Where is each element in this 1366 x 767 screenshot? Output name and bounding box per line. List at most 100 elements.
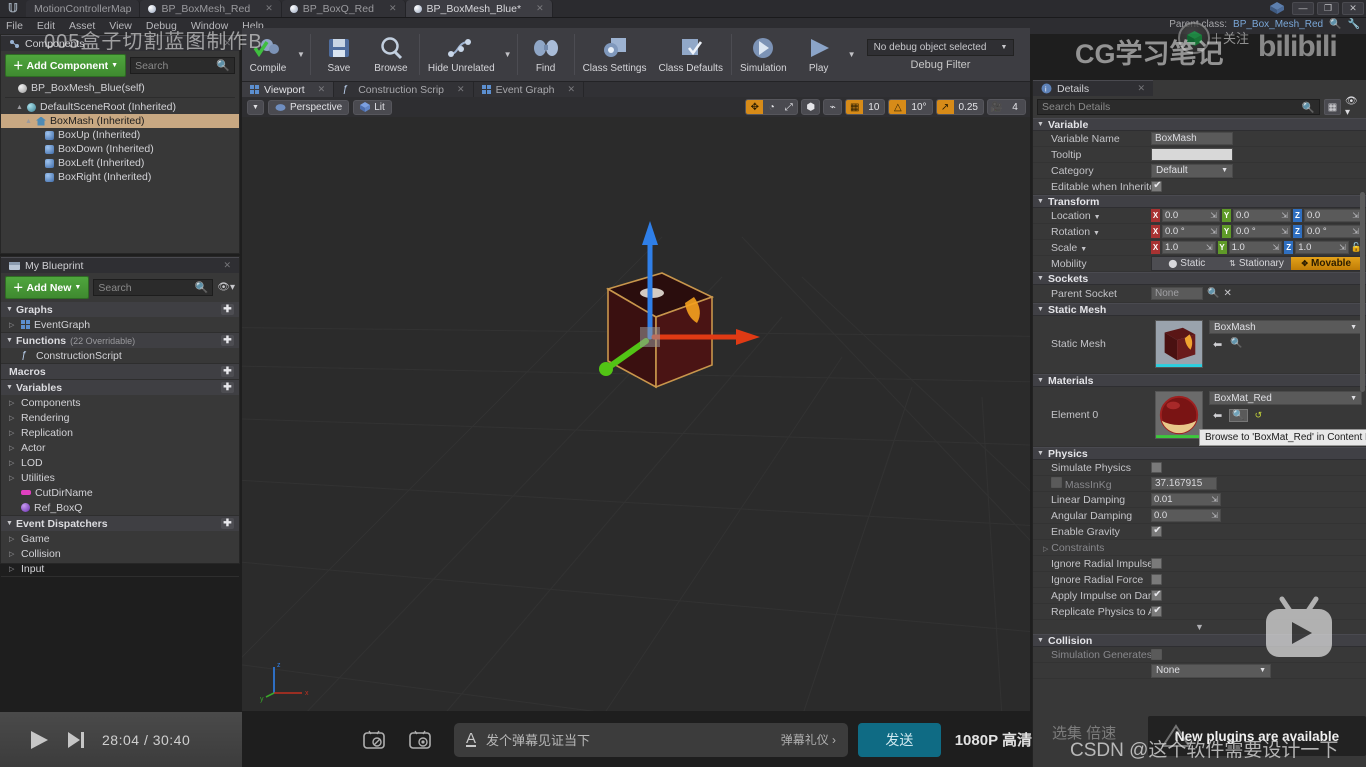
- expander-icon[interactable]: ▲: [16, 104, 23, 111]
- tooltip-input[interactable]: [1151, 148, 1233, 161]
- video-quality-button[interactable]: 1080P 高清: [955, 729, 1032, 750]
- danmaku-settings-icon[interactable]: [408, 729, 432, 751]
- hide-unrelated-caret[interactable]: ▼: [501, 28, 515, 81]
- scale-snap-value[interactable]: 0.25: [954, 102, 983, 113]
- toolbar-class-settings-button[interactable]: Class Settings: [577, 28, 653, 81]
- use-selected-asset-icon[interactable]: ⬅: [1213, 409, 1222, 422]
- details-search-input[interactable]: Search Details 🔍: [1037, 99, 1320, 115]
- browse-to-asset-icon[interactable]: 🔍: [1229, 409, 1248, 422]
- collision-preset-dropdown[interactable]: None ▼: [1151, 663, 1271, 678]
- mass-override-checkbox[interactable]: [1051, 476, 1062, 488]
- next-icon[interactable]: [66, 729, 86, 751]
- my-blueprint-item[interactable]: ▷ Collision: [1, 546, 239, 561]
- tab-bp-boxq-red[interactable]: BP_BoxQ_Red ✕: [281, 0, 406, 17]
- section-sockets[interactable]: ▼ Sockets: [1033, 272, 1366, 285]
- close-icon[interactable]: ✕: [223, 260, 231, 271]
- my-blueprint-item[interactable]: ▷ Replication: [1, 425, 239, 440]
- danmaku-send-button[interactable]: 发送: [858, 722, 941, 757]
- details-scrollbar[interactable]: [1360, 192, 1365, 392]
- section-variable[interactable]: ▼ Variable: [1033, 118, 1366, 131]
- scale-z-input[interactable]: 1.0 ⇲: [1295, 241, 1349, 254]
- my-blueprint-panel-tab[interactable]: My Blueprint ✕: [1, 257, 239, 273]
- my-blueprint-search-input[interactable]: Search 🔍: [93, 279, 214, 296]
- use-selected-asset-icon[interactable]: ⬅: [1213, 338, 1222, 351]
- static-mesh-thumbnail[interactable]: [1155, 320, 1203, 368]
- play-options-caret[interactable]: ▼: [845, 28, 859, 81]
- tab-viewport[interactable]: Viewport ✕: [242, 82, 335, 97]
- expander-icon[interactable]: ▷: [9, 550, 17, 558]
- play-icon[interactable]: [28, 728, 50, 752]
- browse-to-asset-icon[interactable]: 🔍: [1230, 338, 1242, 351]
- tab-motioncontrollermap[interactable]: MotionControllerMap: [26, 0, 141, 17]
- debug-object-dropdown[interactable]: No debug object selected ▼: [866, 38, 1015, 56]
- simulate-physics-checkbox[interactable]: [1151, 462, 1162, 473]
- close-icon[interactable]: ✕: [457, 84, 465, 95]
- maximize-button[interactable]: ❐: [1317, 1, 1339, 15]
- danmaku-off-icon[interactable]: [362, 729, 386, 751]
- danmaku-etiquette-link[interactable]: 弹幕礼仪 ›: [781, 731, 836, 748]
- scale-gizmo-icon[interactable]: ⤢: [780, 100, 797, 114]
- my-blueprint-item[interactable]: ▷ Actor: [1, 440, 239, 455]
- section-materials[interactable]: ▼ Materials: [1033, 374, 1366, 387]
- close-icon[interactable]: ✕: [389, 3, 397, 14]
- parent-socket-input[interactable]: None: [1151, 287, 1203, 300]
- toolbar-find-button[interactable]: Find: [520, 28, 572, 81]
- my-blueprint-item[interactable]: ƒ ConstructionScript: [1, 348, 239, 363]
- my-blueprint-section-header[interactable]: Macros ✚: [1, 364, 239, 379]
- angular-damping-input[interactable]: 0.0 ⇲: [1151, 509, 1221, 522]
- my-blueprint-item[interactable]: Ref_BoxQ: [1, 500, 239, 515]
- my-blueprint-section-header[interactable]: ▼ Event Dispatchers ✚: [1, 516, 239, 531]
- search-icon[interactable]: 🔍: [195, 281, 209, 294]
- reset-to-default-icon[interactable]: ↺: [1255, 410, 1263, 421]
- add-icon[interactable]: ✚: [221, 366, 234, 377]
- expander-icon[interactable]: ▷: [9, 429, 17, 437]
- search-icon[interactable]: 🔍: [216, 59, 230, 72]
- my-blueprint-item[interactable]: ▷ Input: [1, 561, 239, 576]
- material-dropdown[interactable]: BoxMat_Red ▼: [1209, 391, 1362, 405]
- surface-snap-button[interactable]: ⌁: [823, 99, 843, 115]
- mobility-movable-button[interactable]: ✥ Movable: [1291, 257, 1362, 270]
- mobility-static-button[interactable]: ⬤ Static: [1152, 257, 1222, 270]
- expander-icon[interactable]: ▷: [9, 321, 17, 329]
- toolbar-simulation-button[interactable]: Simulation: [734, 28, 793, 81]
- translate-gizmo-icon[interactable]: ✥: [746, 100, 764, 114]
- my-blueprint-item[interactable]: CutDirName: [1, 485, 239, 500]
- component-tree-item[interactable]: BoxLeft (Inherited): [1, 156, 239, 170]
- rotate-gizmo-icon[interactable]: ◔: [763, 100, 780, 114]
- camera-speed-value[interactable]: 4: [1005, 102, 1025, 113]
- static-mesh-dropdown[interactable]: BoxMash ▼: [1209, 320, 1362, 334]
- add-icon[interactable]: ✚: [221, 382, 234, 393]
- close-button[interactable]: ✕: [1342, 1, 1364, 15]
- minimize-button[interactable]: —: [1292, 1, 1314, 15]
- category-dropdown[interactable]: Default ▼: [1151, 163, 1233, 178]
- clear-icon[interactable]: ✕: [1223, 288, 1231, 299]
- variable-name-input[interactable]: BoxMash: [1151, 132, 1233, 145]
- expander-icon[interactable]: ▷: [9, 474, 17, 482]
- add-new-button[interactable]: ＋ Add New ▼: [5, 276, 90, 299]
- grid-snap-icon[interactable]: ▦: [846, 100, 864, 114]
- details-visibility-button[interactable]: 👁▾: [1345, 96, 1362, 118]
- location-y-input[interactable]: 0.0 ⇲: [1233, 209, 1291, 222]
- grid-snap-value[interactable]: 10: [863, 102, 884, 113]
- linear-damping-input[interactable]: 0.01 ⇲: [1151, 493, 1221, 506]
- close-icon[interactable]: ✕: [536, 3, 544, 14]
- world-space-button[interactable]: ⬢: [801, 99, 821, 115]
- viewport-shading-button[interactable]: Lit: [353, 99, 392, 115]
- component-tree-item[interactable]: ▲ DefaultSceneRoot (Inherited): [1, 100, 239, 114]
- danmaku-style-icon[interactable]: A: [466, 731, 477, 747]
- details-columns-button[interactable]: ▦: [1324, 99, 1341, 115]
- angle-snap-value[interactable]: 10°: [906, 102, 931, 113]
- apply-impulse-on-damage-checkbox[interactable]: [1151, 589, 1163, 601]
- my-blueprint-item[interactable]: ▷ Rendering: [1, 410, 239, 425]
- wrench-icon[interactable]: 🔧: [1348, 19, 1360, 30]
- components-search-input[interactable]: Search 🔍: [130, 57, 235, 74]
- scale-x-input[interactable]: 1.0 ⇲: [1162, 241, 1216, 254]
- my-blueprint-section-header[interactable]: ▼ Functions (22 Overridable) ✚: [1, 333, 239, 348]
- danmaku-input[interactable]: A 发个弹幕见证当下 弹幕礼仪 ›: [454, 722, 849, 757]
- toolbar-class-defaults-button[interactable]: Class Defaults: [652, 28, 728, 81]
- my-blueprint-section-header[interactable]: ▼ Graphs ✚: [1, 302, 239, 317]
- viewport-perspective-button[interactable]: Perspective: [267, 99, 350, 115]
- enable-gravity-checkbox[interactable]: [1151, 525, 1163, 537]
- editable-when-inherited-checkbox[interactable]: [1151, 180, 1163, 192]
- close-icon[interactable]: ✕: [318, 84, 326, 95]
